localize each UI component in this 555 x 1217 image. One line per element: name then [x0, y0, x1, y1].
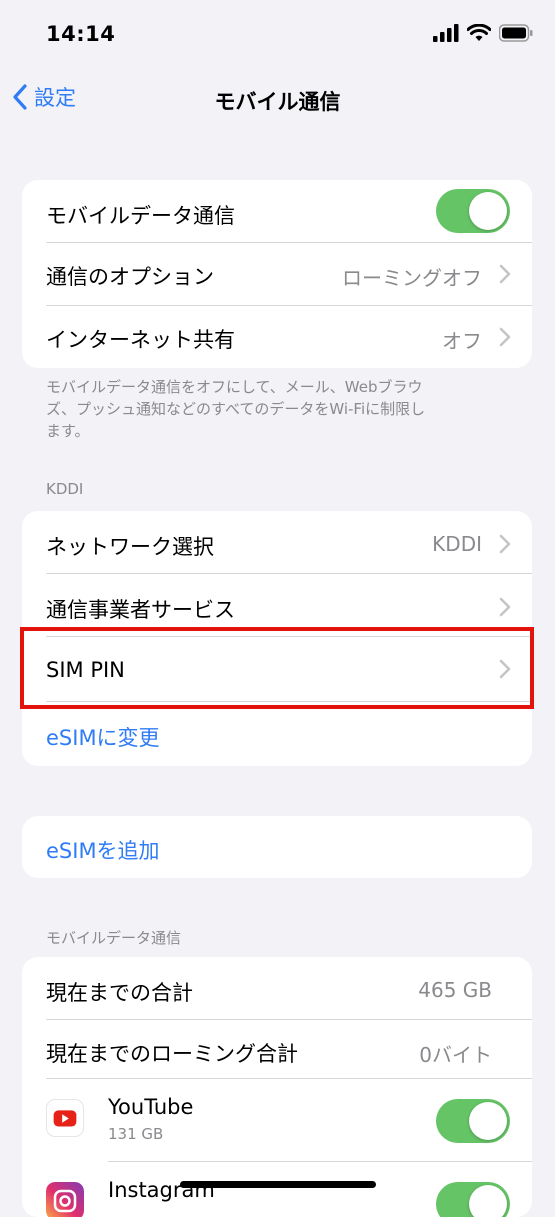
mobile-data-toggle[interactable] — [436, 189, 510, 233]
chevron-right-icon — [499, 597, 511, 617]
mobile-data-footnote: モバイルデータ通信をオフにして、メール、Webブラウ ズ、プッシュ通知などのすべ… — [46, 376, 516, 442]
network-selection-row[interactable]: ネットワーク選択 KDDI — [22, 511, 532, 573]
current-period-row: 現在までの合計 465 GB — [22, 957, 532, 1019]
current-period-label: 現在までの合計 — [46, 981, 193, 1005]
cellular-options-label: 通信のオプション — [46, 265, 214, 289]
add-esim-group: eSIMを追加 — [22, 816, 532, 878]
roaming-period-value: 0バイト — [419, 1043, 492, 1067]
status-time: 14:14 — [46, 22, 116, 46]
chevron-right-icon — [499, 327, 511, 347]
usage-section-header: モバイルデータ通信 — [46, 929, 182, 947]
carrier-services-label: 通信事業者サービス — [46, 598, 235, 622]
toggle-knob — [469, 1185, 507, 1217]
personal-hotspot-label: インターネット共有 — [46, 328, 235, 352]
status-bar: 14:14 — [0, 0, 555, 70]
home-indicator — [180, 1181, 376, 1188]
toggle-knob — [469, 1102, 507, 1140]
footnote-line: ズ、プッシュ通知などのすべてのデータをWi-Fiに制限し — [46, 400, 426, 418]
add-esim-row[interactable]: eSIMを追加 — [22, 816, 532, 878]
network-selection-value: KDDI — [432, 532, 482, 556]
cellular-options-value: ローミングオフ — [342, 266, 482, 290]
personal-hotspot-row[interactable]: インターネット共有 オフ — [22, 306, 532, 368]
add-esim-label: eSIMを追加 — [46, 839, 160, 863]
youtube-toggle[interactable] — [436, 1099, 510, 1143]
roaming-period-row: 現在までのローミング合計 0バイト — [22, 1020, 532, 1078]
toggle-knob — [469, 192, 507, 230]
app-row-youtube: YouTube 131 GB — [22, 1079, 532, 1161]
carrier-section-header: KDDI — [46, 480, 84, 498]
page-title: モバイル通信 — [214, 90, 341, 114]
status-icons — [433, 24, 533, 42]
mobile-data-group: モバイルデータ通信 通信のオプション ローミングオフ インターネット共有 オフ — [22, 180, 532, 368]
app-row-instagram: Instagram — [22, 1162, 532, 1217]
mobile-data-label: モバイルデータ通信 — [46, 204, 235, 228]
cellular-options-row[interactable]: 通信のオプション ローミングオフ — [22, 243, 532, 305]
personal-hotspot-value: オフ — [442, 329, 482, 353]
roaming-period-label: 現在までのローミング合計 — [46, 1042, 298, 1066]
battery-icon — [499, 24, 533, 42]
change-to-esim-row[interactable]: eSIMに変更 — [22, 702, 532, 766]
chevron-right-icon — [499, 534, 511, 554]
wifi-icon — [467, 24, 491, 41]
usage-group: 現在までの合計 465 GB 現在までのローミング合計 0バイト YouTube… — [22, 957, 532, 1217]
app-name: YouTube — [108, 1095, 194, 1119]
youtube-icon — [46, 1099, 84, 1137]
network-selection-label: ネットワーク選択 — [46, 535, 214, 559]
signal-icon — [433, 24, 459, 42]
footnote-line: ます。 — [46, 422, 90, 440]
app-usage: 131 GB — [108, 1125, 164, 1143]
chevron-right-icon — [499, 264, 511, 284]
navigation-bar: 設定 モバイル通信 — [0, 70, 555, 130]
current-period-value: 465 GB — [418, 978, 492, 1002]
footnote-line: モバイルデータ通信をオフにして、メール、Webブラウ — [46, 378, 423, 396]
change-to-esim-label: eSIMに変更 — [46, 726, 160, 750]
mobile-data-row: モバイルデータ通信 — [22, 180, 532, 242]
highlight-box — [20, 627, 534, 709]
